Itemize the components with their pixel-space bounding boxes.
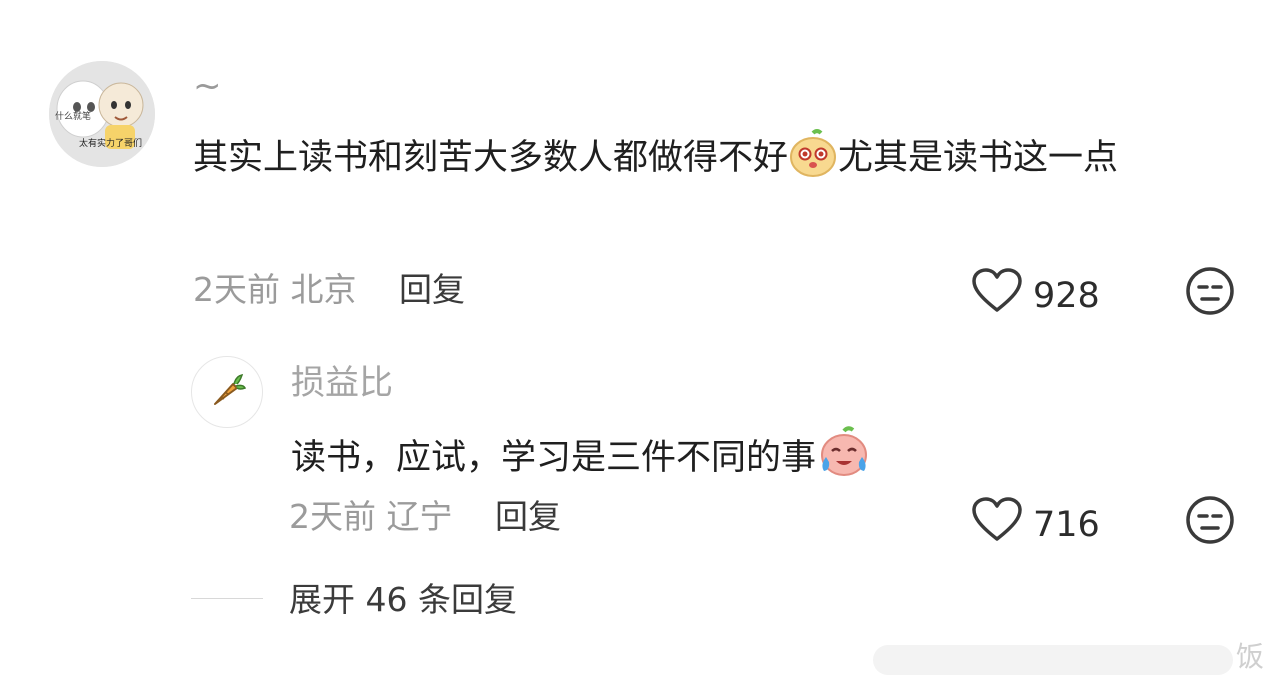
reply-reply-button[interactable]: 回复 — [495, 497, 561, 536]
watermark-text: 饭 — [1236, 640, 1265, 673]
reply-dislike-button[interactable] — [1185, 495, 1235, 549]
comment-dislike-button[interactable] — [1185, 266, 1235, 320]
heart-icon — [971, 268, 1023, 323]
carrot-icon — [207, 370, 247, 414]
avatar-main-commenter[interactable]: 什么就笔 太有实力了哥们 — [49, 61, 155, 167]
comment-username[interactable]: ~ — [193, 66, 222, 106]
reply-like-count: 716 — [1033, 504, 1100, 545]
crying-peach-emoji-icon — [816, 425, 872, 492]
avatar-caption-bottom: 太有实力了哥们 — [79, 139, 143, 149]
heart-icon — [971, 497, 1023, 552]
reply-like-button[interactable]: 716 — [971, 497, 1100, 552]
comment-time: 2天前 — [193, 270, 280, 309]
comment-text-part1: 其实上读书和刻苦大多数人都做得不好 — [193, 138, 789, 178]
reply-text-body: 读书，应试，学习是三件不同的事 — [291, 438, 817, 478]
reply-meta: 2天前 辽宁 回复 — [289, 497, 561, 537]
reply-location: 辽宁 — [386, 497, 453, 536]
reply-time: 2天前 — [289, 497, 376, 536]
comment-text-part2: 尤其是读书这一点 — [838, 138, 1119, 178]
comment-meta: 2天前 北京 回复 — [193, 270, 465, 310]
comment-like-button[interactable]: 928 — [971, 268, 1100, 323]
avatar-reply-user[interactable] — [191, 356, 263, 428]
pear-face-emoji-icon — [788, 129, 838, 198]
reply-username[interactable]: 损益比 — [291, 363, 393, 403]
expand-divider — [191, 598, 263, 599]
neutral-face-icon — [1185, 267, 1235, 320]
reply-button[interactable]: 回复 — [399, 270, 465, 309]
comment-text: 其实上读书和刻苦大多数人都做得不好 尤其是读书这一点 — [193, 126, 1233, 198]
expand-replies-button[interactable]: 展开 46 条回复 — [289, 580, 517, 620]
neutral-face-icon — [1185, 496, 1235, 549]
watermark-bar — [873, 645, 1233, 675]
comment-like-count: 928 — [1033, 275, 1100, 316]
comment-location: 北京 — [290, 270, 357, 309]
avatar-caption-top: 什么就笔 — [55, 112, 92, 122]
reply-text: 读书，应试，学习是三件不同的事 — [291, 425, 872, 492]
